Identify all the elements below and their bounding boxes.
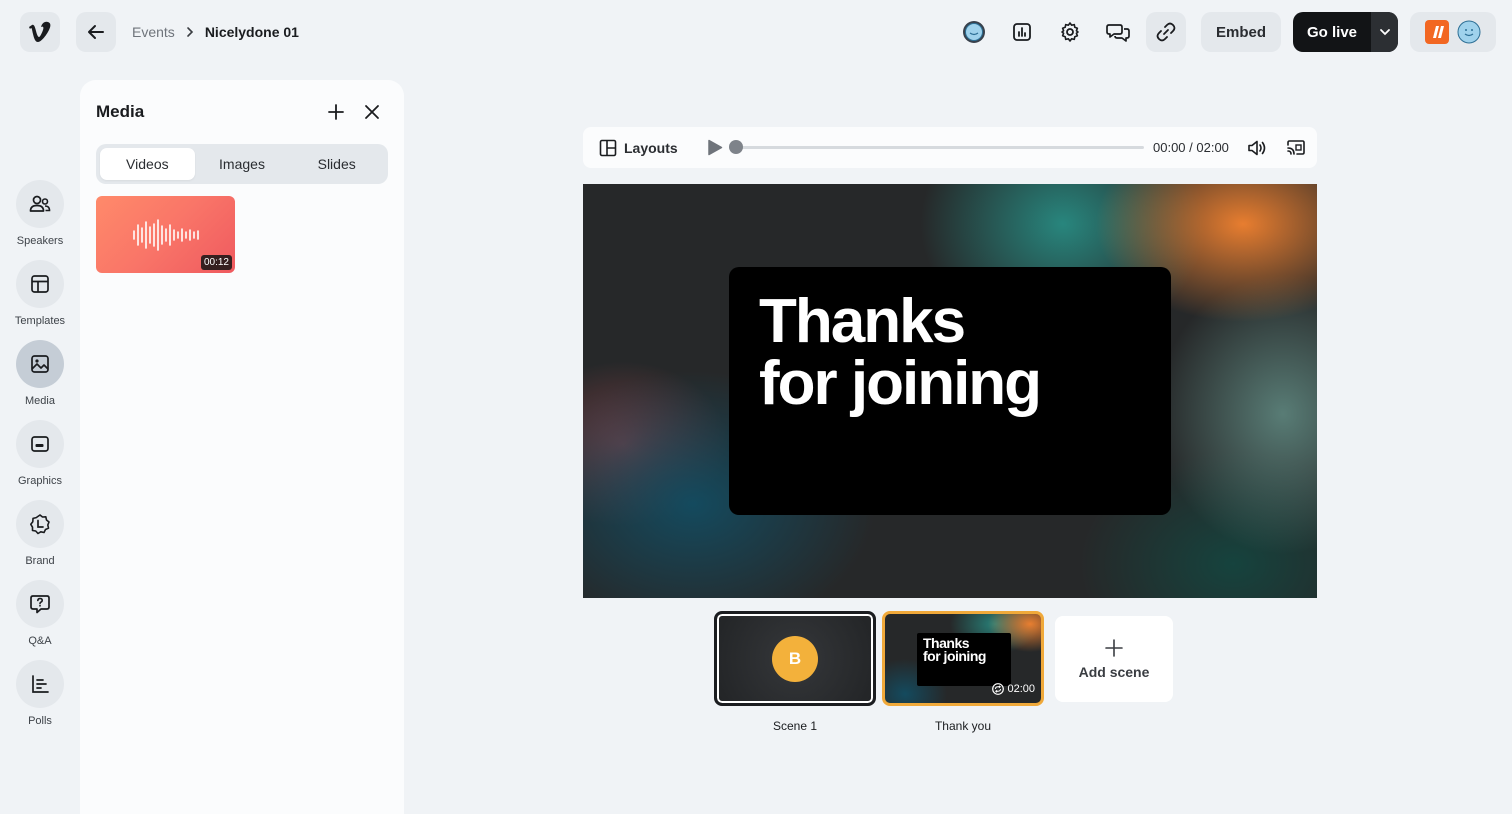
settings-button[interactable]	[1050, 12, 1090, 52]
layouts-label: Layouts	[624, 139, 678, 156]
rail-item-templates[interactable]: Templates	[0, 260, 80, 327]
scene-mini-title-line-2: for joining	[923, 648, 986, 664]
plus-icon	[328, 104, 344, 120]
analytics-icon	[1013, 23, 1031, 41]
breadcrumb-events-link[interactable]: Events	[132, 24, 175, 40]
progress-knob[interactable]	[729, 140, 743, 154]
rail-item-qa[interactable]: Q&A	[0, 580, 80, 647]
scene-card-2[interactable]: Thanks for joining 02:00	[882, 611, 1044, 706]
volume-button[interactable]	[1247, 138, 1267, 158]
layout-grid-icon	[599, 139, 617, 156]
play-icon	[708, 139, 723, 156]
add-scene-label: Add scene	[1078, 664, 1150, 680]
avatar-status-button[interactable]	[954, 12, 994, 52]
user-avatar-icon	[1457, 20, 1481, 44]
rail-label: Media	[25, 395, 55, 407]
progress-bar[interactable]	[729, 140, 1144, 154]
cast-icon	[1287, 140, 1305, 155]
play-button[interactable]	[707, 139, 723, 156]
add-scene-button[interactable]: Add scene	[1055, 616, 1173, 702]
stage-title-line-1: Thanks	[759, 287, 966, 356]
avatar-status-icon	[963, 21, 985, 43]
rail-label: Brand	[25, 555, 55, 567]
account-button[interactable]	[1410, 12, 1496, 52]
scene-label-1: Scene 1	[772, 719, 818, 733]
rail-item-brand[interactable]: Brand	[0, 500, 80, 567]
go-live-split-button: Go live	[1293, 12, 1398, 52]
avatar: B	[772, 636, 818, 682]
scene-label-2: Thank you	[934, 719, 992, 733]
tab-images[interactable]: Images	[195, 148, 290, 180]
brand-icon	[30, 514, 50, 535]
media-panel: Media Videos Images Slides 00:12	[80, 80, 404, 814]
go-live-options-button[interactable]	[1371, 12, 1398, 52]
vimeo-logo-icon	[29, 21, 51, 42]
close-icon	[365, 105, 379, 119]
question-icon	[30, 595, 50, 614]
users-icon	[29, 195, 51, 212]
analytics-button[interactable]	[1002, 12, 1042, 52]
poll-icon	[32, 675, 49, 693]
embed-button[interactable]: Embed	[1201, 12, 1281, 52]
scene-mini-title-card: Thanks for joining	[917, 633, 1011, 686]
scene-mini-title: Thanks for joining	[923, 636, 986, 664]
stage-title-text: Thanks for joining	[759, 287, 1042, 418]
player-toolbar: Layouts 00:00 / 02:00	[583, 127, 1317, 168]
breadcrumb-current: Nicelydone 01	[204, 24, 299, 40]
tab-slides[interactable]: Slides	[289, 148, 384, 180]
rail-label: Polls	[28, 715, 52, 727]
back-button[interactable]	[76, 12, 116, 52]
rail-item-graphics[interactable]: Graphics	[0, 420, 80, 487]
volume-icon	[1248, 140, 1266, 156]
image-icon	[31, 355, 49, 373]
workspace-logo-icon	[1425, 20, 1449, 44]
vimeo-logo-button[interactable]	[20, 12, 60, 52]
rail-item-speakers[interactable]: Speakers	[0, 180, 80, 247]
arrow-left-icon	[88, 25, 104, 39]
cast-button[interactable]	[1286, 138, 1306, 158]
rail-item-polls[interactable]: Polls	[0, 660, 80, 727]
stage-title-card: Thanks for joining	[729, 267, 1171, 515]
plus-icon	[1105, 639, 1123, 657]
video-thumbnail[interactable]: 00:12	[96, 196, 235, 273]
layout-icon	[31, 275, 49, 293]
rail-label: Q&A	[28, 635, 52, 647]
rail-label: Speakers	[16, 235, 64, 247]
add-media-button[interactable]	[324, 100, 348, 124]
tab-videos[interactable]: Videos	[100, 148, 195, 180]
link-icon	[1156, 22, 1176, 42]
link-button[interactable]	[1146, 12, 1186, 52]
chat-button[interactable]	[1098, 12, 1138, 52]
chevron-down-icon	[1379, 29, 1390, 36]
scene-duration: 02:00	[992, 683, 1035, 695]
top-toolbar	[954, 12, 1186, 52]
rail-label: Graphics	[17, 475, 63, 487]
graphics-icon	[31, 436, 49, 452]
media-tabs: Videos Images Slides	[96, 144, 388, 184]
settings-icon	[1061, 22, 1079, 42]
loop-icon	[992, 683, 1005, 695]
go-live-button[interactable]: Go live	[1293, 12, 1371, 52]
breadcrumb: Events Nicelydone 01	[132, 22, 299, 42]
audio-waveform-icon	[132, 218, 199, 251]
stage-title-line-2: for joining	[759, 349, 1042, 418]
close-panel-button[interactable]	[360, 100, 384, 124]
chevron-right-icon	[183, 25, 197, 39]
scene-card-1[interactable]: B	[714, 611, 876, 706]
rail-item-media[interactable]: Media	[0, 340, 80, 407]
time-readout: 00:00 / 02:00	[1153, 140, 1229, 155]
stage-preview[interactable]: Thanks for joining	[583, 184, 1317, 598]
scene-duration-text: 02:00	[1007, 683, 1035, 695]
layouts-button[interactable]: Layouts	[599, 137, 678, 158]
panel-title: Media	[96, 102, 145, 121]
video-duration-badge: 00:12	[200, 255, 232, 270]
chat-icon	[1106, 24, 1130, 42]
rail-label: Templates	[14, 315, 66, 327]
